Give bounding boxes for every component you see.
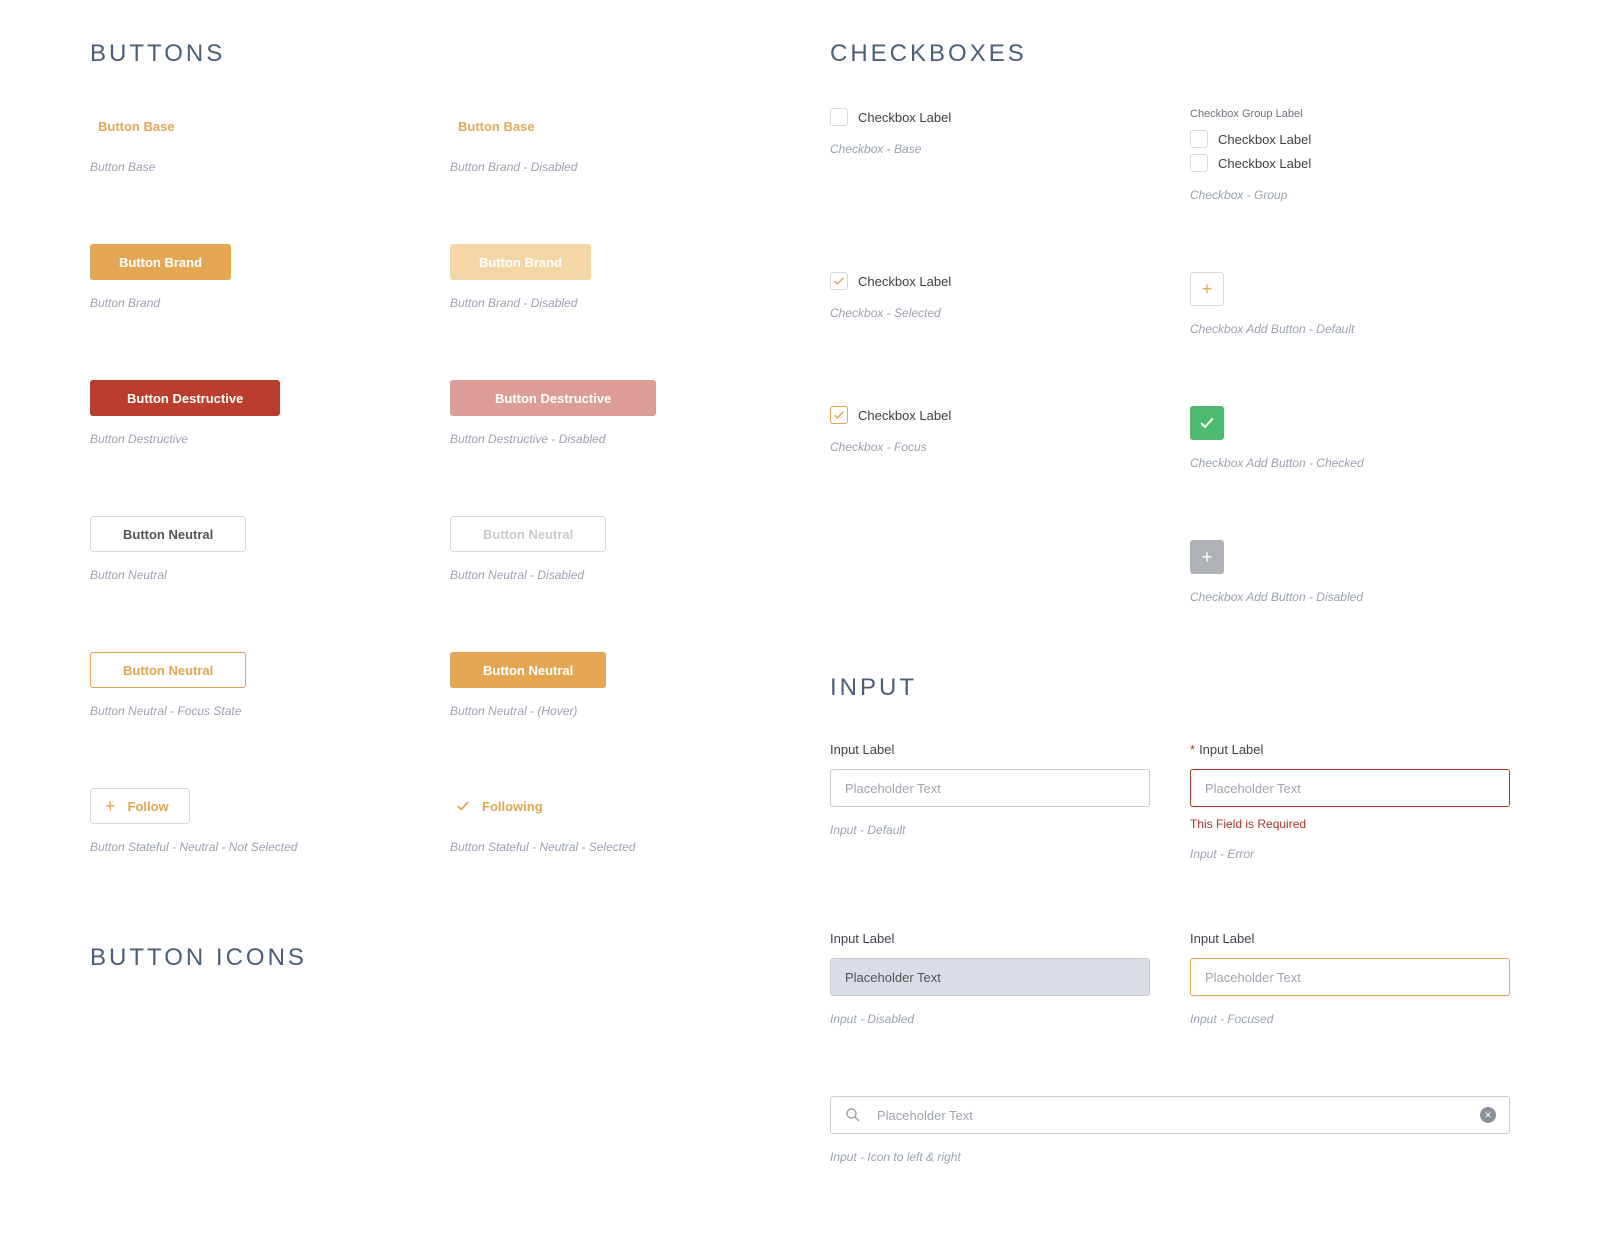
caption: Checkbox Add Button - Disabled [1190, 590, 1510, 604]
plus-icon: + [1202, 547, 1213, 568]
caption: Button Destructive - Disabled [450, 432, 770, 446]
checkbox-label: Checkbox Label [1218, 132, 1311, 147]
checkbox-group-item[interactable] [1190, 130, 1208, 148]
checkboxes-heading: CHECKBOXES [830, 40, 1510, 68]
checkbox-label: Checkbox Label [858, 274, 951, 289]
checkbox-selected[interactable] [830, 272, 848, 290]
following-label: Following [482, 799, 543, 814]
buttons-heading: BUTTONS [90, 40, 770, 68]
button-brand[interactable]: Button Brand [90, 244, 231, 280]
caption: Button Base [90, 160, 410, 174]
button-neutral[interactable]: Button Neutral [90, 516, 246, 552]
checkbox-label: Checkbox Label [858, 408, 951, 423]
button-brand-disabled: Button Brand [450, 244, 591, 280]
input-label-text: Input Label [1199, 742, 1263, 757]
input-label: Input Label [830, 742, 1150, 757]
follow-button[interactable]: Follow [90, 788, 190, 824]
button-neutral-disabled: Button Neutral [450, 516, 606, 552]
caption: Checkbox - Group [1190, 188, 1510, 202]
button-neutral-hover[interactable]: Button Neutral [450, 652, 606, 688]
caption: Input - Icon to left & right [830, 1150, 1510, 1164]
checkbox-group-label: Checkbox Group Label [1190, 108, 1510, 120]
input-default[interactable] [830, 769, 1150, 807]
search-icon [844, 1106, 862, 1124]
caption: Button Neutral [90, 568, 410, 582]
button-base-disabled: Button Base [450, 108, 563, 144]
caption: Input - Focused [1190, 1012, 1510, 1026]
input-label: Input Label [830, 931, 1150, 946]
button-destructive-disabled: Button Destructive [450, 380, 656, 416]
caption: Input - Disabled [830, 1012, 1150, 1026]
checkbox-add-button[interactable]: + [1190, 272, 1224, 306]
input-error-message: This Field is Required [1190, 817, 1510, 831]
input-disabled [830, 958, 1150, 996]
input-with-icons[interactable] [830, 1096, 1510, 1134]
required-asterisk: * [1190, 742, 1195, 757]
checkbox-label: Checkbox Label [1218, 156, 1311, 171]
caption: Checkbox - Focus [830, 440, 1150, 454]
button-base[interactable]: Button Base [90, 108, 203, 144]
caption: Button Neutral - Focus State [90, 704, 410, 718]
caption: Button Stateful - Neutral - Selected [450, 840, 770, 854]
follow-label: Follow [128, 799, 169, 814]
checkbox-base[interactable] [830, 108, 848, 126]
plus-icon: + [1202, 279, 1213, 300]
check-icon [456, 799, 470, 813]
input-error[interactable] [1190, 769, 1510, 807]
input-focused[interactable] [1190, 958, 1510, 996]
caption: Input - Default [830, 823, 1150, 837]
caption: Button Brand - Disabled [450, 296, 770, 310]
checkbox-focus[interactable] [830, 406, 848, 424]
checkbox-group-item[interactable] [1190, 154, 1208, 172]
caption: Button Brand [90, 296, 410, 310]
checkbox-add-button-disabled: + [1190, 540, 1224, 574]
caption: Button Neutral - Disabled [450, 568, 770, 582]
input-label-required: * Input Label [1190, 742, 1510, 757]
caption: Checkbox - Base [830, 142, 1150, 156]
input-heading: INPUT [830, 674, 1510, 702]
caption: Checkbox Add Button - Default [1190, 322, 1510, 336]
caption: Input - Error [1190, 847, 1510, 861]
caption: Button Brand - Disabled [450, 160, 770, 174]
check-icon [1199, 415, 1215, 431]
following-button[interactable]: Following [450, 788, 563, 824]
caption: Button Destructive [90, 432, 410, 446]
button-icons-heading: BUTTON ICONS [90, 944, 770, 972]
caption: Button Stateful - Neutral - Not Selected [90, 840, 410, 854]
caption: Checkbox - Selected [830, 306, 1150, 320]
caption: Checkbox Add Button - Checked [1190, 456, 1510, 470]
button-neutral-focus[interactable]: Button Neutral [90, 652, 246, 688]
caption: Button Neutral - (Hover) [450, 704, 770, 718]
clear-icon[interactable] [1480, 1107, 1496, 1123]
input-label: Input Label [1190, 931, 1510, 946]
plus-icon [105, 796, 116, 817]
button-destructive[interactable]: Button Destructive [90, 380, 280, 416]
checkbox-add-button-checked[interactable] [1190, 406, 1224, 440]
checkbox-label: Checkbox Label [858, 110, 951, 125]
